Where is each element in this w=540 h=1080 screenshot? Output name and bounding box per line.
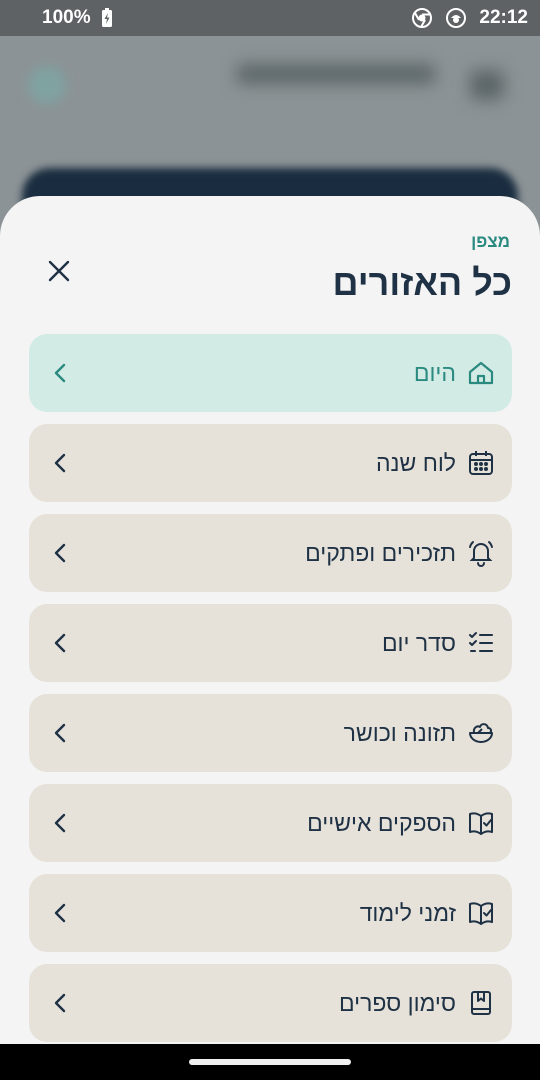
- bookmark-book-icon: [466, 988, 496, 1018]
- menu-item-label: היום: [413, 359, 456, 386]
- app-notification-icon: [445, 7, 467, 29]
- home-icon: [466, 358, 496, 388]
- salad-bowl-icon: [466, 718, 496, 748]
- close-icon: [48, 260, 70, 282]
- sheet-header: מצפן כל האזורים: [0, 196, 540, 326]
- clock: 22:12: [479, 7, 528, 28]
- sheet-subtitle: מצפן: [471, 232, 510, 251]
- menu-item-schedule[interactable]: סדר יום: [29, 604, 512, 682]
- menu-item-label: תזכירים ופתקים: [305, 539, 456, 566]
- battery-level: 100%: [42, 7, 91, 28]
- book-check-icon: [466, 898, 496, 928]
- navigation-bar: [0, 1044, 540, 1080]
- calendar-icon: [466, 448, 496, 478]
- bottom-sheet: מצפן כל האזורים היום לוח שנה תזכירים ופת…: [0, 196, 540, 1044]
- status-bar: 100% 22:12: [0, 0, 540, 36]
- menu-item-today[interactable]: היום: [29, 334, 512, 412]
- sheet-title: כל האזורים: [332, 262, 513, 303]
- book-check-icon: [466, 808, 496, 838]
- bell-icon: [466, 538, 496, 568]
- areas-menu: היום לוח שנה תזכירים ופתקים סדר יום תזונ…: [29, 334, 512, 1044]
- menu-item-reminders[interactable]: תזכירים ופתקים: [29, 514, 512, 592]
- menu-item-label: סימון ספרים: [338, 989, 456, 1016]
- close-button[interactable]: [40, 252, 78, 290]
- menu-item-personal-progress[interactable]: הספקים אישיים: [29, 784, 512, 862]
- checklist-icon: [466, 628, 496, 658]
- menu-item-calendar[interactable]: לוח שנה: [29, 424, 512, 502]
- home-gesture-handle[interactable]: [189, 1059, 351, 1065]
- chevron-left-icon: [49, 632, 71, 654]
- menu-item-bookmarks[interactable]: סימון ספרים: [29, 964, 512, 1042]
- menu-item-label: לוח שנה: [375, 449, 456, 476]
- chevron-left-icon: [49, 812, 71, 834]
- menu-item-label: תזונה וכושר: [343, 719, 456, 746]
- menu-item-nutrition[interactable]: תזונה וכושר: [29, 694, 512, 772]
- battery-charging-icon: [96, 7, 118, 29]
- chevron-left-icon: [49, 722, 71, 744]
- chevron-left-icon: [49, 542, 71, 564]
- chevron-left-icon: [49, 902, 71, 924]
- chevron-left-icon: [49, 362, 71, 384]
- menu-item-label: זמני לימוד: [359, 899, 456, 926]
- menu-item-label: הספקים אישיים: [307, 809, 456, 836]
- menu-item-label: סדר יום: [381, 629, 456, 656]
- chrome-icon: [411, 7, 433, 29]
- chevron-left-icon: [49, 452, 71, 474]
- chevron-left-icon: [49, 992, 71, 1014]
- menu-item-study-times[interactable]: זמני לימוד: [29, 874, 512, 952]
